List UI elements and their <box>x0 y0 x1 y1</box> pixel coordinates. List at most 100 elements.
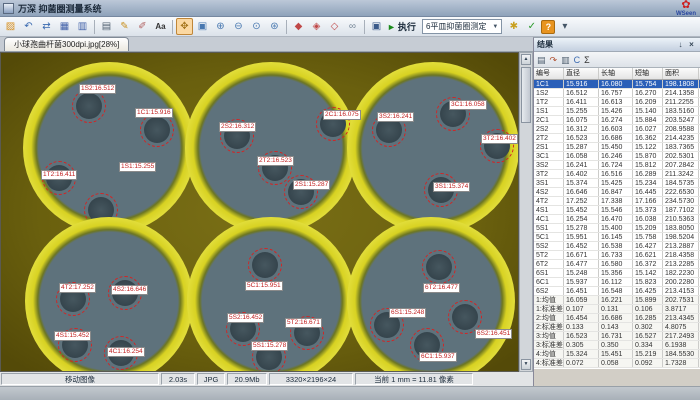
scroll-thumb[interactable] <box>521 67 531 123</box>
table-row[interactable]: 5T216.67116.73316.621218.4358 <box>534 251 700 260</box>
table-row[interactable]: 1S216.51216.75716.270214.1358 <box>534 89 700 98</box>
summary-row-cell: 15.899 <box>633 296 663 304</box>
table-row[interactable]: 3C116.05816.24615.870202.5301 <box>534 152 700 161</box>
zoom-fit-icon[interactable]: ⊛ <box>266 18 283 35</box>
table-row[interactable]: 6T216.47716.58016.372213.2285 <box>534 260 700 269</box>
pencil-icon[interactable]: ✎ <box>116 18 133 35</box>
table-row[interactable]: 3S216.24116.72415.812207.2842 <box>534 161 700 170</box>
save-as-icon[interactable]: ▥ <box>74 18 91 35</box>
table-row-cell: 1C1 <box>534 80 564 88</box>
table-row-cell: 183.8050 <box>663 224 699 232</box>
table-row[interactable]: 3S115.37415.42515.234184.5735 <box>534 179 700 188</box>
table-row[interactable]: 5S115.27815.40015.209183.8050 <box>534 224 700 233</box>
table-row[interactable]: 5S216.45216.53816.427213.2887 <box>534 242 700 251</box>
preset-dropdown[interactable]: 6平皿抑菌圈测定▼ <box>422 19 502 34</box>
table-row-cell: 214.1358 <box>663 89 699 97</box>
status-file-size: 20.9Mb <box>227 373 267 385</box>
zoom-actual-icon[interactable]: ⊙ <box>248 18 265 35</box>
table-row-cell: 15.142 <box>633 269 663 277</box>
run-play-icon[interactable]: ► <box>387 22 396 32</box>
table-row-cell: 16.733 <box>599 251 633 259</box>
table-row[interactable]: 1T216.41116.61316.209211.2255 <box>534 98 700 107</box>
help-icon[interactable]: ? <box>541 20 555 34</box>
table-row-cell: 16.027 <box>633 125 663 133</box>
table-row-cell: 3C1 <box>534 152 564 160</box>
table-row-cell: 16.516 <box>599 170 633 178</box>
table-row-cell: 15.812 <box>633 161 663 169</box>
summary-row-cell: 3.8717 <box>663 305 699 313</box>
table-header-cell: 直径 <box>564 68 599 79</box>
summary-row-cell: 4:均值 <box>534 350 564 358</box>
table-row-cell: 4C1 <box>534 215 564 223</box>
camera-icon[interactable]: ⇄ <box>38 18 55 35</box>
table-row-cell: 16.112 <box>599 278 633 286</box>
help-dropdown-arrow-icon[interactable]: ▾ <box>556 18 573 35</box>
close-icon[interactable]: × <box>686 39 697 50</box>
image-tab[interactable]: 小球孢曲杆菌300dpi.jpg[28%] <box>4 37 129 51</box>
summary-row[interactable]: 4:标准差0.0720.0580.0921.7328 <box>534 359 700 368</box>
sum-sigma-icon[interactable]: Σ <box>584 54 590 66</box>
measurement-label: 2C1:16.075 <box>323 110 361 120</box>
zoom-in-icon[interactable]: ⊕ <box>212 18 229 35</box>
table-row[interactable]: 3T216.40216.51616.289211.3242 <box>534 170 700 179</box>
link-icon[interactable]: ∞ <box>344 18 361 35</box>
pin-icon[interactable]: ↓ <box>675 39 686 50</box>
table-row[interactable]: 4C116.25416.47016.038210.5363 <box>534 215 700 224</box>
summary-row[interactable]: 2:标准差0.1330.1430.3024.8075 <box>534 323 700 332</box>
status-format: JPG <box>197 373 225 385</box>
table-row[interactable]: 4S115.45215.54615.373187.7102 <box>534 206 700 215</box>
table-row-cell: 3T2 <box>534 170 564 178</box>
open-image-icon[interactable]: ▨ <box>2 18 19 35</box>
table-row-cell: 16.580 <box>599 260 633 268</box>
save-icon[interactable]: ▦ <box>56 18 73 35</box>
table-row[interactable]: 4T217.25217.33817.166234.5730 <box>534 197 700 206</box>
print-icon[interactable]: ▥ <box>561 54 570 66</box>
table-row[interactable]: 6C115.93716.11215.823200.2280 <box>534 278 700 287</box>
eraser-icon[interactable]: ✐ <box>134 18 151 35</box>
zoom-out-icon[interactable]: ⊖ <box>230 18 247 35</box>
table-row-cell: 16.270 <box>633 89 663 97</box>
execute-button[interactable]: 执行 <box>398 20 416 33</box>
print-icon[interactable]: ▤ <box>98 18 115 35</box>
apply-icon[interactable]: ✓ <box>523 18 540 35</box>
settings-icon[interactable]: ✱ <box>505 18 522 35</box>
summary-row[interactable]: 1:标准差0.1070.1310.1063.8717 <box>534 305 700 314</box>
text-label-icon[interactable]: Aa <box>152 18 169 35</box>
scroll-up-icon[interactable]: ▲ <box>521 54 531 65</box>
table-row[interactable]: 1S115.25515.42615.140183.5160 <box>534 107 700 116</box>
measurement-label: 6S2:16.451 <box>475 329 512 339</box>
table-row[interactable]: 2S115.28715.45015.122183.7365 <box>534 143 700 152</box>
region-edit-icon[interactable]: ◇ <box>326 18 343 35</box>
marker-icon[interactable]: ◈ <box>308 18 325 35</box>
image-viewport[interactable]: 1S2:16.5121C1:15.9161T2:16.4111S1:15.255… <box>0 52 519 372</box>
table-row[interactable]: 2S216.31216.60316.027208.9588 <box>534 125 700 134</box>
table-row[interactable]: 4S216.64616.84716.445222.6530 <box>534 188 700 197</box>
vertical-scrollbar[interactable]: ▲ ▼ <box>519 52 533 372</box>
monitor-icon[interactable]: ▣ <box>368 18 385 35</box>
inhibition-zone-circle <box>72 89 106 123</box>
scroll-down-icon[interactable]: ▼ <box>521 359 531 370</box>
clear-icon[interactable]: C <box>574 54 581 66</box>
table-row[interactable]: 1C115.91616.08015.754198.1808 <box>534 80 700 89</box>
summary-row[interactable]: 3:均值16.52316.73116.527217.2493 <box>534 332 700 341</box>
table-row[interactable]: 5C115.95116.14515.758198.5204 <box>534 233 700 242</box>
summary-row[interactable]: 3:标准差0.3050.3500.3346.1938 <box>534 341 700 350</box>
table-row[interactable]: 2C116.07516.27415.884203.5247 <box>534 116 700 125</box>
acquire-image-icon[interactable]: ↶ <box>20 18 37 35</box>
summary-row[interactable]: 2:均值16.45416.68616.285213.4345 <box>534 314 700 323</box>
table-row-cell: 15.425 <box>599 179 633 187</box>
hand-pan-icon[interactable]: ✥ <box>176 18 193 35</box>
summary-row[interactable]: 1:均值16.05916.22115.899202.7531 <box>534 296 700 305</box>
table-row[interactable]: 6S115.24815.35615.142182.2230 <box>534 269 700 278</box>
toolbar-separator <box>364 20 365 34</box>
image-region-icon[interactable]: ▣ <box>194 18 211 35</box>
table-row[interactable]: 2T216.52316.68616.362214.4235 <box>534 134 700 143</box>
table-row-cell: 16.241 <box>564 161 599 169</box>
table-row-cell: 2C1 <box>534 116 564 124</box>
export-icon[interactable]: ▤ <box>537 54 546 66</box>
calibrate-icon[interactable]: ◆ <box>290 18 307 35</box>
table-row-cell: 16.724 <box>599 161 633 169</box>
table-row[interactable]: 6S216.45116.54816.425213.4153 <box>534 287 700 296</box>
undo-icon[interactable]: ↷ <box>550 54 558 66</box>
summary-row[interactable]: 4:均值15.32415.45115.219184.5530 <box>534 350 700 359</box>
